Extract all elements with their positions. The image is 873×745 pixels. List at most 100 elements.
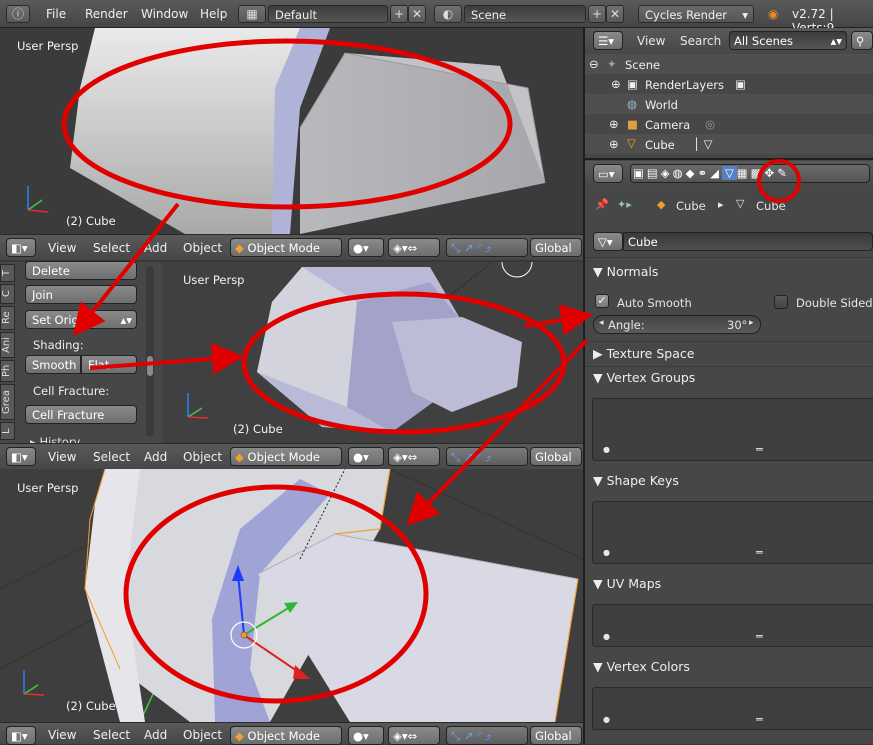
smooth-button[interactable]: Smooth: [25, 355, 81, 374]
resize-grip-icon[interactable]: ═: [756, 713, 763, 726]
shape-keys-panel-header[interactable]: ▼ Shape Keys: [593, 473, 679, 488]
add-scene-icon[interactable]: +: [588, 5, 606, 23]
select-menu[interactable]: Select: [93, 728, 130, 742]
mesh-datablock-field[interactable]: Cube: [623, 232, 873, 251]
editor-type-icon[interactable]: ◧▾: [6, 447, 36, 466]
shading-select[interactable]: ●▾: [348, 238, 384, 257]
chevron-right-icon[interactable]: ▸: [749, 318, 754, 328]
scene-icon[interactable]: ◐: [434, 5, 462, 23]
history-panel[interactable]: ▸ History: [30, 435, 80, 443]
normals-panel-header[interactable]: ▼ Normals: [593, 264, 658, 279]
editor-type-icon[interactable]: ◧▾: [6, 238, 36, 257]
screen-layout-icon[interactable]: ▦: [238, 5, 266, 23]
menu-window[interactable]: Window: [141, 7, 188, 21]
add-menu[interactable]: Add: [144, 728, 167, 742]
menu-render[interactable]: Render: [85, 7, 128, 21]
mode-select[interactable]: ◆ Object Mode: [230, 726, 342, 745]
render-icon[interactable]: ▣: [735, 77, 746, 91]
add-menu[interactable]: Add: [144, 450, 167, 464]
auto-smooth-checkbox[interactable]: ✓: [595, 294, 609, 308]
flat-button[interactable]: Flat: [81, 355, 137, 374]
outliner-editor-icon[interactable]: ☰▾: [593, 31, 623, 50]
expand-icon[interactable]: ⊕: [611, 77, 621, 91]
resize-grip-icon[interactable]: ═: [756, 546, 763, 559]
manipulator-buttons[interactable]: ⤡ ↗ ◜ ⤴: [446, 447, 528, 466]
properties-editor-icon[interactable]: ▭▾: [593, 164, 623, 183]
menu-file[interactable]: File: [46, 7, 66, 21]
cell-fracture-button[interactable]: Cell Fracture: [25, 405, 137, 424]
tab-tools[interactable]: T: [0, 264, 15, 282]
scrollbar[interactable]: [146, 266, 154, 436]
add-menu[interactable]: Add: [144, 241, 167, 255]
menu-help[interactable]: Help: [200, 7, 227, 21]
info-editor-icon[interactable]: ⓘ: [6, 5, 30, 23]
mesh-data-icon[interactable]: │ ▽: [693, 137, 712, 151]
uv-maps-list[interactable]: ● ═: [592, 604, 873, 647]
mode-select[interactable]: ◆ Object Mode: [230, 238, 342, 257]
shape-keys-list[interactable]: ● ═: [592, 501, 873, 564]
mesh-data-tab-icon[interactable]: ▽: [721, 166, 737, 180]
viewport-3[interactable]: User Persp (2) Cube: [0, 469, 583, 722]
viewport-1[interactable]: User Persp (2) Cube: [0, 28, 583, 234]
mesh-browse-icon[interactable]: ▽▾: [593, 232, 623, 251]
outliner-filter-select[interactable]: All Scenes ▴▾: [729, 31, 847, 50]
remove-layout-icon[interactable]: ✕: [408, 5, 426, 23]
outliner-row-camera[interactable]: ⊕ ■ Camera ◎: [585, 114, 873, 134]
outliner-row-world[interactable]: ◍ World: [585, 94, 873, 114]
set-origin-select[interactable]: Set Origin ▴▾: [25, 310, 137, 329]
editor-type-icon[interactable]: ◧▾: [6, 726, 36, 745]
mode-select[interactable]: ◆ Object Mode: [230, 447, 342, 466]
tab-l[interactable]: L: [0, 422, 15, 440]
double-sided-checkbox[interactable]: [774, 295, 788, 309]
outliner-view-menu[interactable]: View: [637, 34, 665, 48]
object-menu[interactable]: Object: [183, 450, 222, 464]
texture-space-panel-header[interactable]: ▶ Texture Space: [593, 346, 694, 361]
screen-layout-field[interactable]: Default: [268, 5, 388, 23]
expand-icon[interactable]: ⊕: [609, 137, 619, 151]
object-menu[interactable]: Object: [183, 241, 222, 255]
vertex-groups-list[interactable]: ● ═: [592, 398, 873, 461]
shading-select[interactable]: ●▾: [348, 447, 384, 466]
join-button[interactable]: Join: [25, 285, 137, 304]
outliner-row-renderlayers[interactable]: ⊕ ▣ RenderLayers ▣: [585, 74, 873, 94]
pivot-select[interactable]: ◈▾⇔: [388, 726, 440, 745]
tab-animation[interactable]: Ani: [0, 332, 15, 358]
expand-icon[interactable]: ⊕: [609, 117, 619, 131]
chevron-left-icon[interactable]: ◂: [599, 318, 604, 328]
shading-select[interactable]: ●▾: [348, 726, 384, 745]
uv-maps-panel-header[interactable]: ▼ UV Maps: [593, 576, 661, 591]
tab-create[interactable]: C: [0, 284, 15, 304]
resize-grip-icon[interactable]: ═: [756, 630, 763, 643]
delete-button[interactable]: Delete: [25, 261, 137, 280]
pivot-select[interactable]: ◈▾⇔: [388, 238, 440, 257]
orientation-select[interactable]: Global: [530, 238, 582, 257]
pin-icon[interactable]: 📌: [595, 198, 609, 211]
context-tabs[interactable]: ▣▤◈◍◆⚭◢ ▽ ▦▩✥✎: [630, 164, 870, 183]
outliner-search-menu[interactable]: Search: [680, 34, 721, 48]
view-menu[interactable]: View: [48, 241, 76, 255]
manipulator-buttons[interactable]: ⤡ ↗ ◜ ⤴: [446, 238, 528, 257]
pivot-select[interactable]: ◈▾⇔: [388, 447, 440, 466]
view-menu[interactable]: View: [48, 728, 76, 742]
tab-physics[interactable]: Ph: [0, 360, 15, 382]
search-icon[interactable]: ⚲: [851, 31, 873, 50]
scene-field[interactable]: Scene: [464, 5, 586, 23]
object-menu[interactable]: Object: [183, 728, 222, 742]
resize-grip-icon[interactable]: ═: [756, 443, 763, 456]
tab-relations[interactable]: Re: [0, 306, 15, 330]
add-layout-icon[interactable]: +: [390, 5, 408, 23]
select-menu[interactable]: Select: [93, 241, 130, 255]
camera-data-icon[interactable]: ◎: [705, 117, 715, 131]
vertex-colors-panel-header[interactable]: ▼ Vertex Colors: [593, 659, 690, 674]
tab-grease-pencil[interactable]: Grea: [0, 384, 15, 420]
remove-scene-icon[interactable]: ✕: [606, 5, 624, 23]
outliner-row-cube[interactable]: ⊕ ▽ Cube │ ▽: [585, 134, 873, 154]
manipulator-buttons[interactable]: ⤡ ↗ ◜ ⤴: [446, 726, 528, 745]
vertex-groups-panel-header[interactable]: ▼ Vertex Groups: [593, 370, 695, 385]
view-menu[interactable]: View: [48, 450, 76, 464]
orientation-select[interactable]: Global: [530, 726, 582, 745]
orientation-select[interactable]: Global: [530, 447, 582, 466]
vertex-colors-list[interactable]: ● ═: [592, 687, 873, 730]
viewport-2[interactable]: User Persp (2) Cube: [162, 262, 583, 443]
outliner-row-scene[interactable]: ⊖ ✦ Scene: [585, 54, 873, 74]
